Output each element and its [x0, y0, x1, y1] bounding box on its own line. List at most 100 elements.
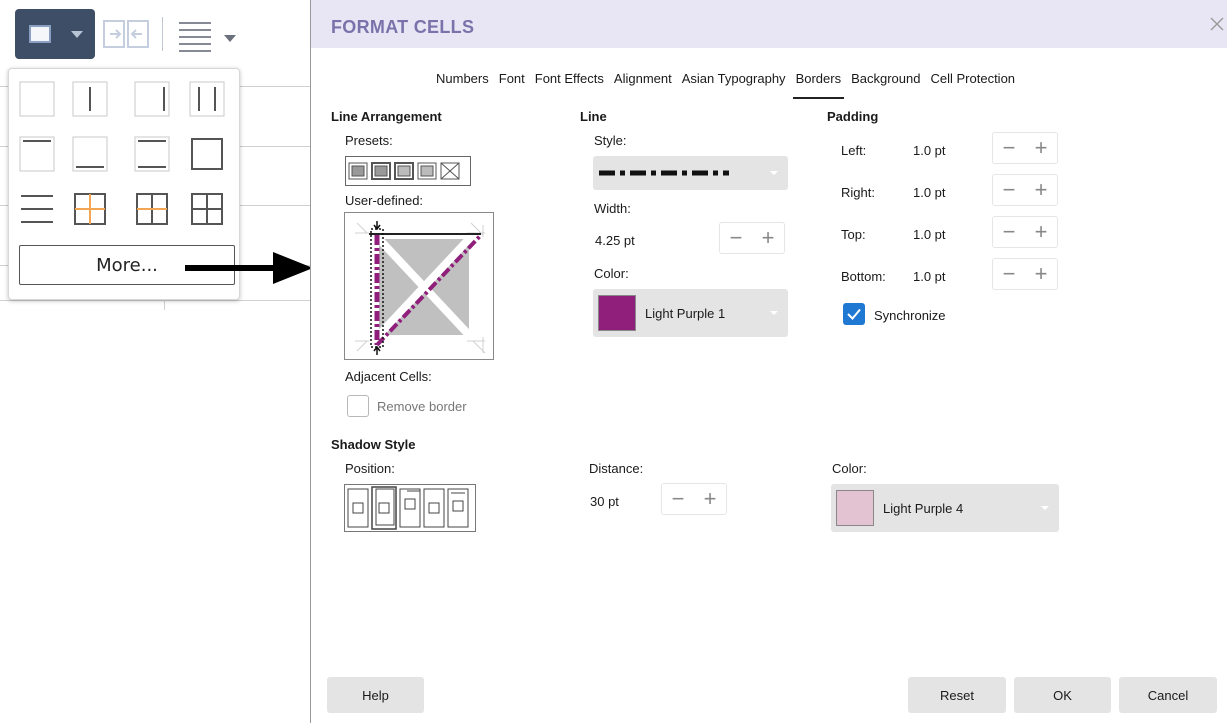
- plus-icon[interactable]: +: [752, 223, 784, 253]
- border-top-bottom-icon[interactable]: [134, 136, 170, 172]
- padding-bottom-value[interactable]: 1.0 pt: [913, 269, 946, 284]
- line-arrangement-heading: Line Arrangement: [331, 109, 442, 124]
- close-icon[interactable]: [1208, 15, 1226, 33]
- minus-icon[interactable]: −: [662, 484, 694, 514]
- synchronize-label: Synchronize: [874, 308, 946, 323]
- reset-button[interactable]: Reset: [908, 677, 1006, 713]
- border-preview-icon: [355, 221, 486, 355]
- minus-icon[interactable]: −: [993, 259, 1025, 289]
- tab-bar: Numbers Font Font Effects Alignment Asia…: [431, 71, 1020, 101]
- checkmark-icon: [847, 308, 861, 320]
- shadow-color-select[interactable]: Light Purple 4: [831, 484, 1059, 532]
- border-right-icon[interactable]: [134, 81, 170, 117]
- tab-alignment[interactable]: Alignment: [609, 71, 677, 101]
- tab-numbers[interactable]: Numbers: [431, 71, 494, 101]
- chevron-down-icon: [770, 311, 778, 315]
- padding-bottom-spinner: − +: [992, 258, 1058, 290]
- color-swatch: [836, 490, 874, 526]
- user-defined-border-editor[interactable]: [344, 212, 494, 360]
- tab-cell-protection[interactable]: Cell Protection: [925, 71, 1020, 101]
- line-heading: Line: [580, 109, 607, 124]
- shadow-distance-value[interactable]: 30 pt: [590, 494, 619, 509]
- padding-left-spinner: − +: [992, 132, 1058, 164]
- sheet-gridline: [240, 146, 310, 147]
- border-horizontal-lines-icon[interactable]: [19, 191, 55, 227]
- padding-right-label: Right:: [841, 185, 875, 200]
- tab-background[interactable]: Background: [846, 71, 925, 101]
- line-style-select[interactable]: [593, 156, 788, 190]
- plus-icon[interactable]: +: [1025, 133, 1057, 163]
- help-button[interactable]: Help: [327, 677, 424, 713]
- border-left-right-icon[interactable]: [189, 81, 225, 117]
- shadow-positions-icon: [347, 486, 469, 530]
- plus-icon[interactable]: +: [1025, 217, 1057, 247]
- tab-font[interactable]: Font: [494, 71, 530, 101]
- sheet-gridline: [240, 205, 310, 206]
- plus-icon[interactable]: +: [694, 484, 726, 514]
- presets-label: Presets:: [345, 133, 393, 148]
- shadow-style-heading: Shadow Style: [331, 437, 416, 452]
- presets-selector[interactable]: [345, 156, 471, 186]
- border-all-icon[interactable]: [189, 191, 225, 227]
- merge-cells-icon: [103, 20, 149, 48]
- border-presets-icon: [348, 162, 460, 180]
- shadow-position-selector[interactable]: [344, 484, 476, 532]
- padding-bottom-label: Bottom:: [841, 269, 886, 284]
- shadow-position-label: Position:: [345, 461, 395, 476]
- minus-icon[interactable]: −: [993, 133, 1025, 163]
- sheet-gridline: [0, 146, 8, 147]
- ok-button[interactable]: OK: [1014, 677, 1111, 713]
- chevron-down-icon: [770, 171, 778, 175]
- sheet-gridline: [0, 86, 8, 87]
- minus-icon[interactable]: −: [720, 223, 752, 253]
- border-left-icon[interactable]: [72, 81, 108, 117]
- sheet-gridline: [0, 205, 8, 206]
- cancel-button[interactable]: Cancel: [1119, 677, 1217, 713]
- synchronize-checkbox[interactable]: [843, 303, 865, 325]
- shadow-color-label: Color:: [832, 461, 867, 476]
- padding-left-value[interactable]: 1.0 pt: [913, 143, 946, 158]
- border-bottom-icon[interactable]: [72, 136, 108, 172]
- border-none-icon[interactable]: [19, 81, 55, 117]
- minus-icon[interactable]: −: [993, 175, 1025, 205]
- padding-right-value[interactable]: 1.0 pt: [913, 185, 946, 200]
- borders-icon: [29, 25, 51, 43]
- sheet-gridline: [240, 86, 310, 87]
- padding-left-label: Left:: [841, 143, 867, 158]
- plus-icon[interactable]: +: [1025, 175, 1057, 205]
- chevron-down-icon: [1041, 506, 1049, 510]
- line-color-value: Light Purple 1: [645, 306, 726, 321]
- padding-top-label: Top:: [841, 227, 866, 242]
- tab-borders[interactable]: Borders: [791, 71, 847, 101]
- tab-font-effects[interactable]: Font Effects: [530, 71, 609, 101]
- sheet-gridline: [0, 300, 310, 301]
- shadow-distance-spinner: − +: [661, 483, 727, 515]
- border-outer-inner-icon[interactable]: [72, 191, 108, 227]
- border-outer-horizontal-icon[interactable]: [134, 191, 170, 227]
- toolbar-separator: [162, 17, 163, 51]
- align-dropdown-button[interactable]: [173, 9, 243, 59]
- sheet-gridline: [164, 300, 165, 310]
- color-label: Color:: [594, 266, 629, 281]
- sheet-gridline: [0, 265, 8, 266]
- pointer-arrow-icon: [185, 252, 313, 284]
- padding-heading: Padding: [827, 109, 879, 124]
- line-style-preview-icon: [599, 170, 729, 176]
- style-label: Style:: [594, 133, 627, 148]
- line-color-select[interactable]: Light Purple 1: [593, 289, 788, 337]
- border-top-icon[interactable]: [19, 136, 55, 172]
- remove-border-checkbox[interactable]: [347, 395, 369, 417]
- dialog-title: FORMAT CELLS: [331, 17, 475, 37]
- width-label: Width:: [594, 201, 631, 216]
- tab-asian-typography[interactable]: Asian Typography: [677, 71, 791, 101]
- width-value[interactable]: 4.25 pt: [595, 233, 635, 248]
- border-outer-icon[interactable]: [189, 136, 225, 172]
- shadow-distance-label: Distance:: [589, 461, 644, 476]
- merge-cells-button[interactable]: [100, 9, 152, 59]
- plus-icon[interactable]: +: [1025, 259, 1057, 289]
- padding-top-value[interactable]: 1.0 pt: [913, 227, 946, 242]
- borders-dropdown-button[interactable]: [15, 9, 95, 59]
- minus-icon[interactable]: −: [993, 217, 1025, 247]
- format-cells-dialog: FORMAT CELLS Numbers Font Font Effects A…: [310, 0, 1227, 723]
- chevron-down-icon: [71, 31, 83, 38]
